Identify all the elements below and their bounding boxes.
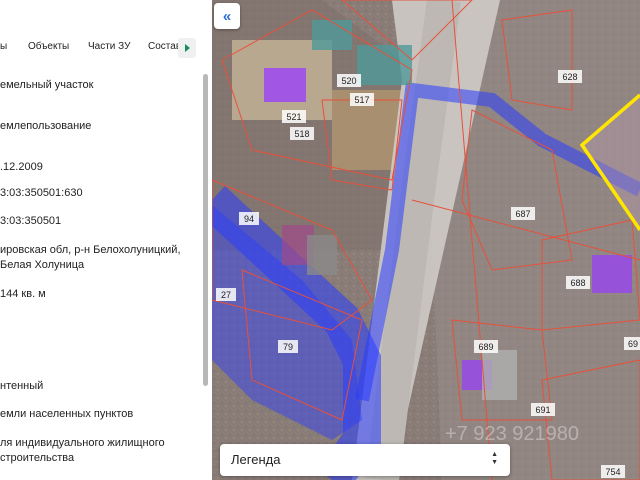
parcel-label-518[interactable]: 518 [294, 129, 309, 139]
parcel-label-69[interactable]: 69 [628, 339, 638, 349]
chevron-updown-icon: ▲ ▼ [491, 451, 498, 466]
roof-689 [482, 350, 517, 400]
parcel-label-520[interactable]: 520 [341, 76, 356, 86]
info-status: нтенный [0, 380, 44, 392]
parcel-label-27[interactable]: 27 [221, 290, 231, 300]
info-area: 144 кв. м [0, 288, 46, 300]
map-canvas[interactable]: 628 520 517 521 518 687 94 688 27 79 689… [212, 0, 640, 480]
arrow-right-icon [184, 44, 190, 52]
roof-teal [312, 20, 352, 50]
parcel-label-79[interactable]: 79 [283, 342, 293, 352]
info-address-line2: Белая Холуница [0, 259, 85, 271]
building-521 [264, 68, 306, 102]
info-date: .12.2009 [0, 161, 43, 173]
parcel-label-517[interactable]: 517 [354, 95, 369, 105]
parcel-label-688[interactable]: 688 [570, 278, 585, 288]
info-panel: ы Объекты Части ЗУ Состав емельный участ… [0, 0, 212, 480]
info-usage-line2: строительства [0, 452, 75, 464]
parcel-label-94[interactable]: 94 [244, 214, 254, 224]
map-view[interactable]: 628 520 517 521 518 687 94 688 27 79 689… [212, 0, 640, 480]
info-type: емельный участок [0, 79, 94, 91]
info-kind: емлепользование [0, 120, 92, 132]
parcel-label-691[interactable]: 691 [535, 405, 550, 415]
tab-composition[interactable]: Состав [148, 41, 181, 52]
info-address-line1: ировская обл, р-н Белохолуницкий, [0, 244, 181, 256]
building-688 [592, 255, 632, 293]
info-usage-line1: ля индивидуального жилищного [0, 437, 165, 449]
scrollbar-thumb[interactable] [203, 74, 208, 386]
info-category: емли населенных пунктов [0, 408, 134, 420]
legend-dropdown[interactable]: Легенда ▲ ▼ [220, 444, 510, 476]
tabs-next-button[interactable] [178, 38, 196, 58]
parcel-label-754[interactable]: 754 [605, 467, 620, 477]
tab-partial[interactable]: ы [0, 41, 7, 52]
watermark: +7 923 921980 [445, 423, 579, 445]
double-chevron-left-icon: « [222, 7, 232, 25]
collapse-panel-button[interactable]: « [214, 3, 240, 29]
info-quarter: 3:03:350501 [0, 215, 62, 227]
parcel-label-687[interactable]: 687 [515, 209, 530, 219]
legend-label: Легенда [231, 452, 281, 467]
tab-parts[interactable]: Части ЗУ [88, 41, 130, 52]
info-cadastral-number: 3:03:350501:630 [0, 187, 83, 199]
parcel-label-521[interactable]: 521 [286, 112, 301, 122]
tab-objects[interactable]: Объекты [28, 41, 69, 52]
roof-grey [307, 235, 337, 275]
parcel-label-628[interactable]: 628 [562, 72, 577, 82]
parcel-label-689[interactable]: 689 [478, 342, 493, 352]
